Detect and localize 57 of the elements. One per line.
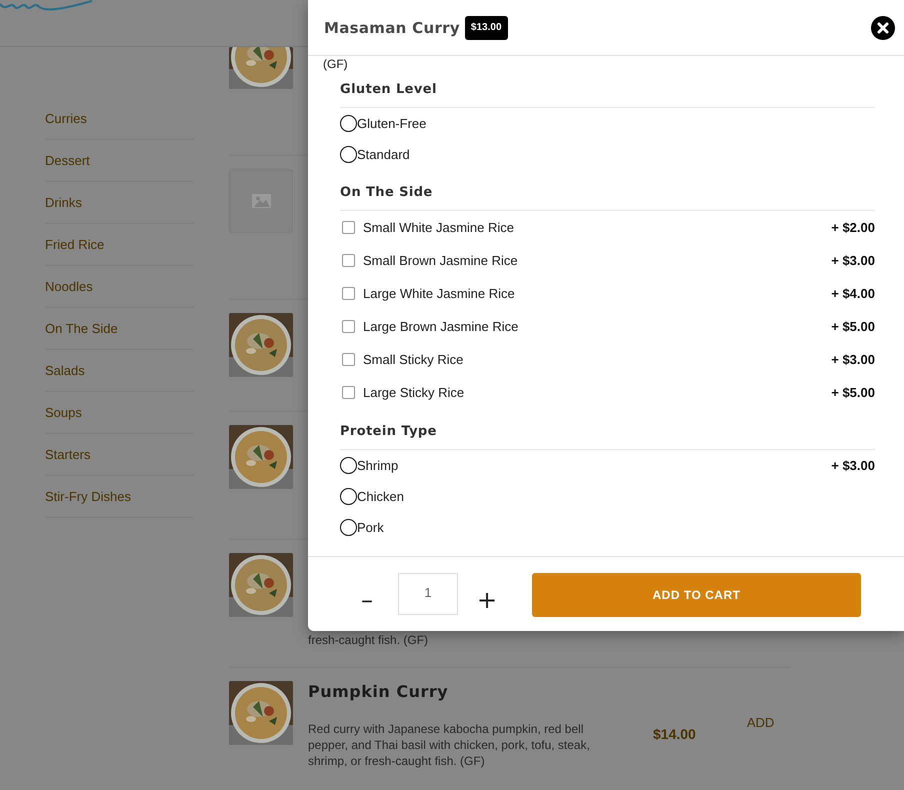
quantity-field[interactable]: 1 bbox=[398, 573, 458, 615]
radio-button[interactable] bbox=[340, 115, 357, 132]
option-price: + $2.00 bbox=[831, 220, 875, 235]
option-label: Large Sticky Rice bbox=[363, 385, 464, 400]
close-icon bbox=[871, 16, 895, 40]
section-heading: Protein Type bbox=[340, 409, 875, 450]
checkbox[interactable] bbox=[342, 221, 355, 234]
option-price: + $3.00 bbox=[831, 253, 875, 268]
category-link[interactable]: Drinks bbox=[45, 182, 193, 224]
item-name: Pumpkin Curry bbox=[308, 681, 450, 703]
checkbox[interactable] bbox=[342, 353, 355, 366]
increment-button[interactable]: + bbox=[472, 579, 502, 621]
option-price: + $5.00 bbox=[831, 319, 875, 334]
option-price: + $3.00 bbox=[831, 352, 875, 367]
item-description: fresh-caught fish. (GF) bbox=[308, 632, 430, 648]
item-description: Red curry with Japanese kabocha pumpkin, red bell pepper, and Thai basil with chicken, pork, tofu, steak, shrimp, or fresh-caught fish. (GF) bbox=[308, 721, 591, 769]
option-label: Chicken bbox=[357, 489, 404, 504]
option-label: Pork bbox=[357, 520, 384, 535]
radio-button[interactable] bbox=[340, 457, 357, 474]
category-link[interactable]: Noodles bbox=[45, 266, 193, 308]
category-link[interactable]: Salads bbox=[45, 350, 193, 392]
category-link[interactable]: Stir-Fry Dishes bbox=[45, 476, 193, 518]
option-label: Small Brown Jasmine Rice bbox=[363, 253, 518, 268]
radio-button[interactable] bbox=[340, 519, 357, 536]
category-link[interactable]: Curries bbox=[45, 98, 193, 140]
option-label: Small White Jasmine Rice bbox=[363, 220, 514, 235]
dialog-title: Masaman Curry bbox=[324, 18, 460, 36]
option-price: + $3.00 bbox=[831, 458, 875, 473]
price-badge: $13.00 bbox=[464, 16, 508, 40]
checkbox[interactable] bbox=[342, 254, 355, 267]
category-link[interactable]: Soups bbox=[45, 392, 193, 434]
checkbox[interactable] bbox=[342, 287, 355, 300]
category-link[interactable]: On The Side bbox=[45, 308, 193, 350]
add-to-cart-button[interactable]: ADD TO CART bbox=[532, 573, 861, 617]
radio-button[interactable] bbox=[340, 488, 357, 505]
dialog-description: (GF) bbox=[323, 56, 349, 72]
category-link[interactable]: Dessert bbox=[45, 140, 193, 182]
item-price: $14.00 bbox=[653, 725, 696, 744]
option-label: Standard bbox=[357, 147, 410, 162]
decrement-button[interactable]: – bbox=[352, 579, 382, 621]
option-label: Shrimp bbox=[357, 458, 398, 473]
radio-button[interactable] bbox=[340, 146, 357, 163]
category-link[interactable]: Fried Rice bbox=[45, 224, 193, 266]
option-label: Large White Jasmine Rice bbox=[363, 286, 515, 301]
category-link[interactable]: Starters bbox=[45, 434, 193, 476]
close-button[interactable] bbox=[871, 16, 895, 40]
section-heading: Gluten Level bbox=[340, 72, 875, 108]
option-label: Small Sticky Rice bbox=[363, 352, 464, 367]
option-label: Large Brown Jasmine Rice bbox=[363, 319, 518, 334]
option-label: Gluten-Free bbox=[357, 116, 426, 131]
checkbox[interactable] bbox=[342, 320, 355, 333]
add-link[interactable]: ADD bbox=[746, 681, 774, 730]
option-price: + $4.00 bbox=[831, 286, 875, 301]
section-heading: On The Side bbox=[340, 170, 875, 211]
option-price: + $5.00 bbox=[831, 385, 875, 400]
checkbox[interactable] bbox=[342, 386, 355, 399]
image-icon bbox=[252, 194, 270, 208]
